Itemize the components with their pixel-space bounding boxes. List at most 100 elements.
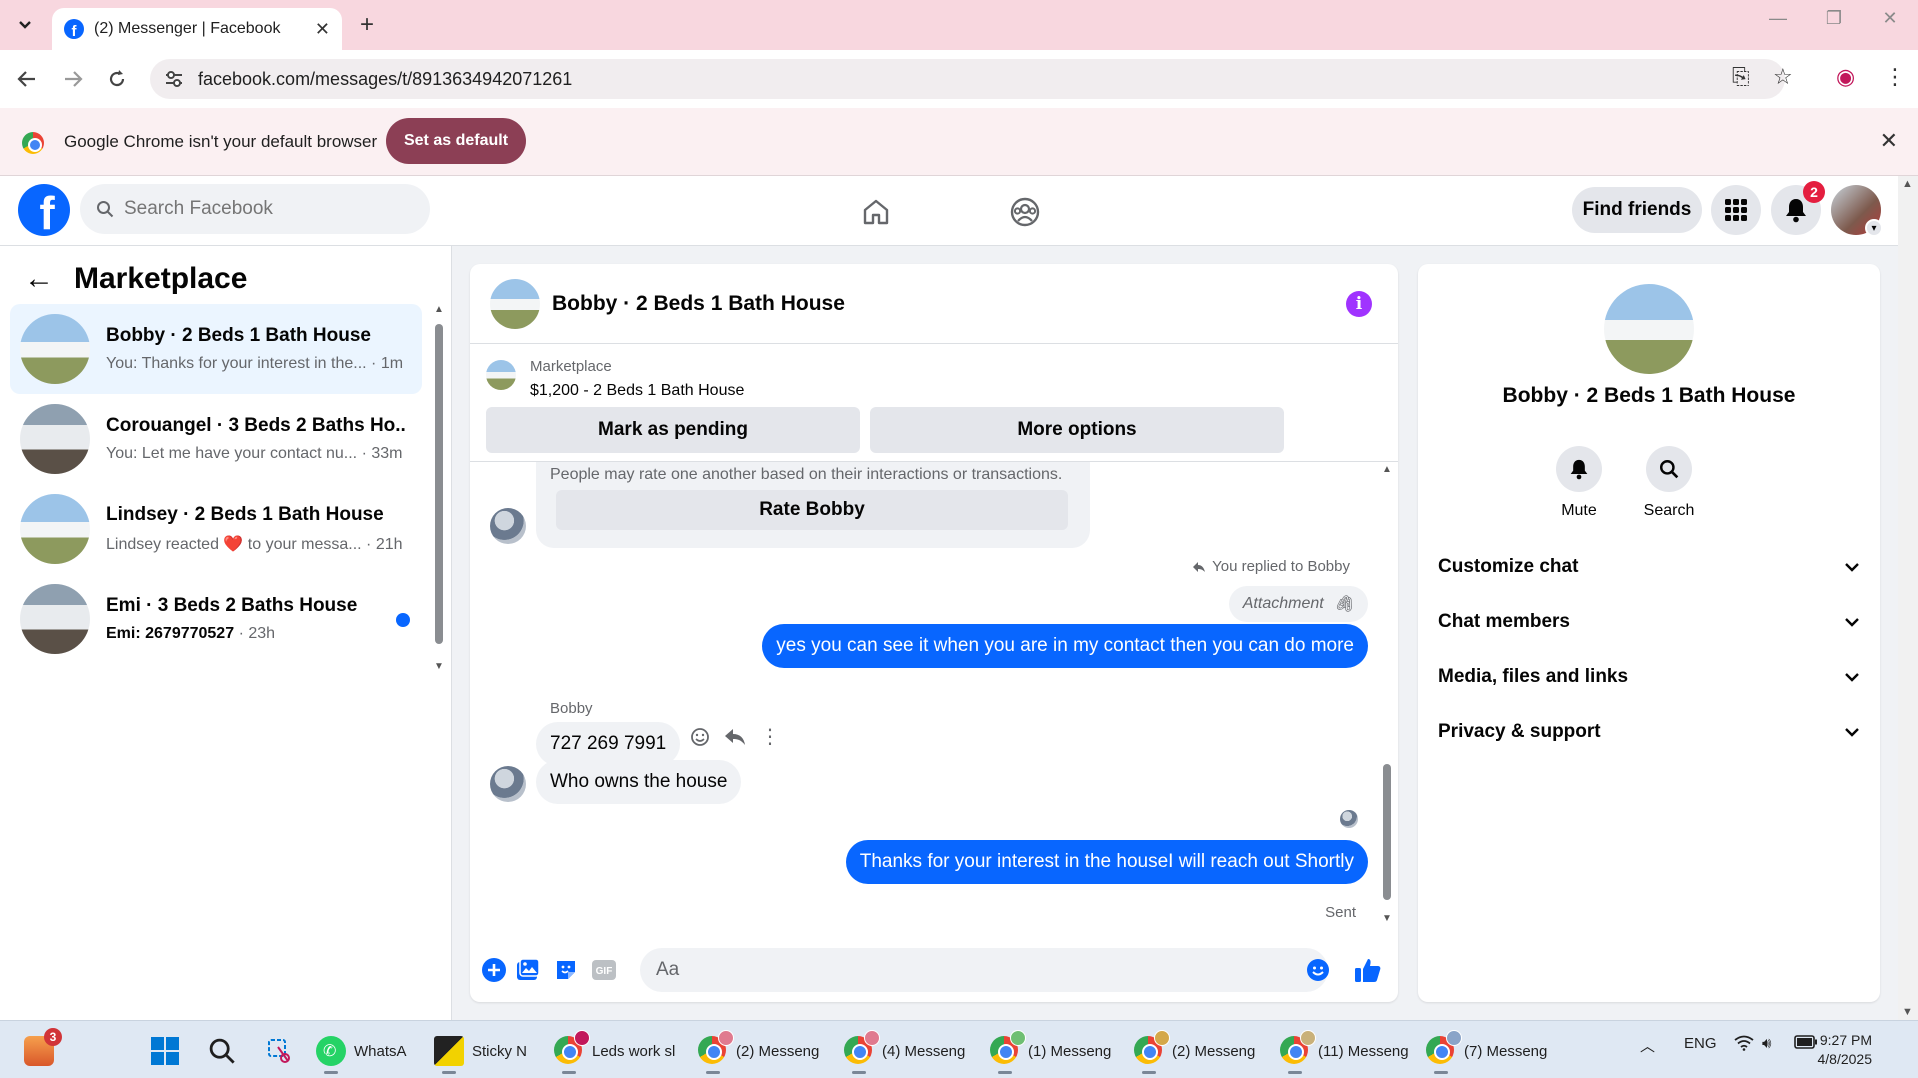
system-clock[interactable]: 9:27 PM 4/8/2025	[1818, 1031, 1873, 1069]
taskbar-app[interactable]: (2) Messeng	[698, 1030, 819, 1074]
like-send-button[interactable]	[1354, 956, 1382, 984]
minimize-button[interactable]: —	[1758, 8, 1798, 29]
facebook-logo-icon[interactable]: f	[18, 184, 70, 236]
contact-avatar[interactable]	[1604, 284, 1694, 374]
snipping-tool-button[interactable]	[266, 1031, 294, 1071]
scroll-down-arrow-icon[interactable]: ▼	[1382, 913, 1392, 924]
menu-button[interactable]	[1711, 185, 1761, 235]
show-hidden-icons-chevron-icon[interactable]: ︿	[1640, 1035, 1655, 1056]
mark-as-pending-button[interactable]: Mark as pending	[486, 407, 860, 453]
search-action[interactable]: Search	[1634, 446, 1704, 520]
facebook-search[interactable]	[80, 184, 430, 234]
forward-button[interactable]	[58, 64, 88, 94]
more-options-button[interactable]: More options	[870, 407, 1284, 453]
media-files-links-section[interactable]: Media, files and links	[1438, 652, 1864, 702]
back-arrow-icon[interactable]: ←	[24, 262, 54, 296]
taskbar-app[interactable]: (7) Messeng	[1426, 1030, 1547, 1074]
chat-members-section[interactable]: Chat members	[1438, 597, 1864, 647]
install-app-icon[interactable]: ⎘	[1732, 64, 1750, 90]
taskbar-app[interactable]: (2) Messeng	[1134, 1030, 1255, 1074]
chat-scrollbar[interactable]: ▲ ▼	[1380, 464, 1394, 924]
taskbar-search-button[interactable]	[208, 1031, 236, 1071]
react-emoji-icon[interactable]	[690, 727, 710, 747]
search-icon	[97, 201, 114, 218]
taskbar-app[interactable]: (4) Messeng	[844, 1030, 965, 1074]
notifications-button[interactable]: 2	[1771, 181, 1825, 235]
infobar-close-icon[interactable]: ✕	[1880, 128, 1898, 154]
restore-button[interactable]: ❐	[1814, 8, 1854, 29]
search-icon	[209, 1038, 235, 1064]
outgoing-message[interactable]: Thanks for your interest in the houseI w…	[845, 840, 1368, 884]
info-icon[interactable]: i	[1346, 291, 1372, 317]
profile-icon[interactable]: ◉	[1836, 64, 1855, 90]
conversation-item[interactable]: Corouangel · 3 Beds 2 Baths Ho... You: L…	[10, 394, 422, 484]
set-as-default-button[interactable]: Set as default	[386, 118, 526, 164]
sender-avatar[interactable]	[490, 766, 526, 802]
scrollbar-thumb[interactable]	[435, 324, 443, 644]
incoming-message[interactable]: Who owns the house	[536, 760, 742, 804]
arrow-left-icon	[17, 71, 35, 87]
new-tab-button[interactable]: +	[352, 10, 382, 40]
chat-avatar[interactable]	[490, 278, 540, 329]
listing-price-title[interactable]: $1,200 - 2 Beds 1 Bath House	[530, 382, 744, 400]
sender-avatar[interactable]	[490, 508, 526, 544]
conversation-item[interactable]: Emi · 3 Beds 2 Baths House Emi: 26797705…	[10, 574, 422, 664]
tab-search-button[interactable]	[10, 10, 40, 40]
conversation-list-scrollbar[interactable]: ▲ ▼	[432, 304, 446, 672]
customize-chat-section[interactable]: Customize chat	[1438, 542, 1864, 592]
privacy-support-section[interactable]: Privacy & support	[1438, 707, 1864, 757]
sticker-button[interactable]	[552, 956, 580, 984]
scroll-down-arrow-icon[interactable]: ▼	[434, 661, 444, 672]
scroll-up-arrow-icon[interactable]: ▲	[1902, 178, 1913, 190]
taskbar-app[interactable]: Leds work sl	[554, 1030, 675, 1074]
reply-icon[interactable]	[724, 728, 746, 746]
menu-kebab-icon[interactable]: ⋮	[1884, 64, 1906, 90]
attachment-reference[interactable]: Attachment 🖇	[1228, 586, 1368, 622]
reload-button[interactable]	[102, 64, 132, 94]
address-bar[interactable]: facebook.com/messages/t/8913634942071261	[150, 59, 1785, 99]
home-nav-button[interactable]	[854, 190, 898, 234]
scroll-up-arrow-icon[interactable]: ▲	[1382, 464, 1392, 475]
more-kebab-icon[interactable]: ⋮	[760, 724, 780, 749]
bell-icon	[1570, 459, 1588, 480]
scrollbar-thumb[interactable]	[1383, 764, 1391, 900]
taskbar-app[interactable]: Sticky N	[434, 1031, 527, 1074]
battery-icon[interactable]	[1794, 1035, 1818, 1053]
listing-thumbnail[interactable]	[486, 360, 516, 390]
groups-nav-button[interactable]	[1003, 190, 1047, 234]
url-text[interactable]: facebook.com/messages/t/8913634942071261	[198, 69, 572, 90]
gif-button[interactable]: GIF	[590, 956, 618, 984]
browser-tab-messenger[interactable]: f (2) Messenger | Facebook ✕	[52, 8, 342, 50]
volume-icon[interactable]: 🔊︎	[1762, 1035, 1771, 1052]
search-input[interactable]	[124, 198, 404, 220]
back-button[interactable]	[12, 64, 42, 94]
seen-receipt-avatar	[1340, 810, 1358, 828]
chat-title[interactable]: Bobby · 2 Beds 1 Bath House	[552, 292, 845, 316]
taskbar-app[interactable]: ✆ WhatsA	[316, 1031, 407, 1074]
more-actions-button[interactable]	[480, 956, 508, 984]
taskbar-app[interactable]: (1) Messeng	[990, 1030, 1111, 1074]
scroll-up-arrow-icon[interactable]: ▲	[434, 304, 444, 315]
scroll-down-arrow-icon[interactable]: ▼	[1902, 1006, 1913, 1018]
conversation-item[interactable]: Bobby · 2 Beds 1 Bath House You: Thanks …	[10, 304, 422, 394]
bookmark-star-icon[interactable]: ☆	[1773, 64, 1793, 90]
taskbar-app[interactable]: (11) Messeng	[1280, 1030, 1409, 1074]
outgoing-message[interactable]: yes you can see it when you are in my co…	[762, 624, 1368, 668]
widgets-button[interactable]: 3	[24, 1028, 62, 1071]
wifi-icon[interactable]	[1734, 1035, 1754, 1055]
rate-bobby-button[interactable]: Rate Bobby	[556, 490, 1068, 530]
start-button[interactable]	[150, 1031, 180, 1071]
attach-photo-button[interactable]	[514, 956, 542, 984]
tab-close-icon[interactable]: ✕	[315, 19, 330, 40]
marketplace-inbox-panel: ← Marketplace Bobby · 2 Beds 1 Bath Hous…	[0, 246, 452, 1020]
page-scrollbar[interactable]: ▲ ▼	[1898, 176, 1918, 1020]
account-caret-icon[interactable]: ▾	[1865, 219, 1883, 237]
site-settings-icon[interactable]	[164, 70, 184, 88]
find-friends-button[interactable]: Find friends	[1572, 187, 1702, 233]
close-window-button[interactable]: ✕	[1870, 8, 1910, 29]
mute-action[interactable]: Mute	[1544, 446, 1614, 520]
emoji-button[interactable]	[1304, 956, 1332, 984]
conversation-item[interactable]: Lindsey · 2 Beds 1 Bath House Lindsey re…	[10, 484, 422, 574]
language-indicator[interactable]: ENG	[1684, 1035, 1717, 1052]
message-input[interactable]	[640, 948, 1328, 992]
